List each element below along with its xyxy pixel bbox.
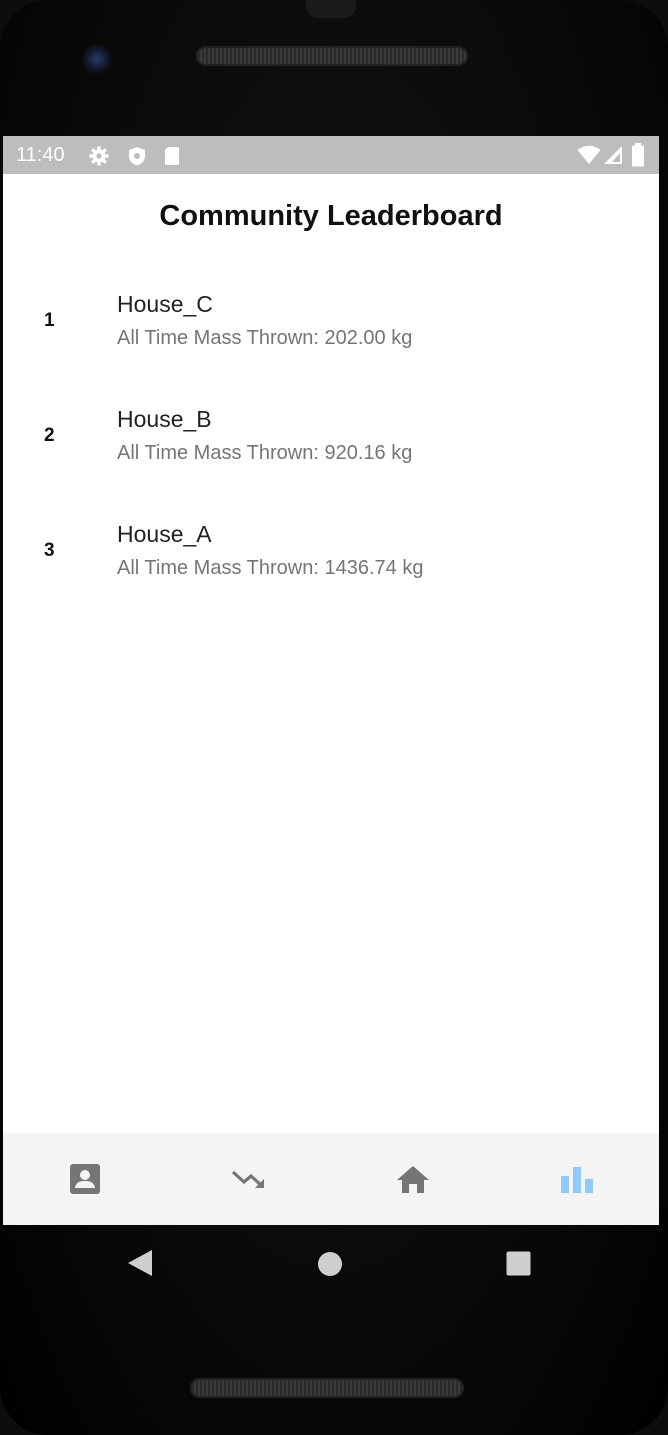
sd-card-icon	[165, 147, 179, 165]
bottom-navigation	[3, 1133, 659, 1225]
home-icon	[397, 1166, 429, 1193]
nav-tab-leaderboard[interactable]	[495, 1133, 659, 1225]
rank-number: 3	[44, 540, 55, 561]
phone-device: 11:40 Community Leaderboard 1 House_C Al…	[0, 0, 668, 1435]
page-title: Community Leaderboard	[159, 200, 503, 232]
status-bar: 11:40	[3, 136, 659, 174]
device-notch	[306, 0, 356, 18]
leaderboard-icon	[561, 1167, 593, 1193]
mass-thrown-detail: All Time Mass Thrown: 1436.74 kg	[117, 557, 424, 579]
shield-icon	[129, 147, 145, 166]
account-box-icon	[70, 1164, 100, 1194]
leaderboard-list: 1 House_C All Time Mass Thrown: 202.00 k…	[3, 286, 659, 631]
nav-tab-home[interactable]	[331, 1133, 495, 1225]
list-item[interactable]: 1 House_C All Time Mass Thrown: 202.00 k…	[3, 286, 659, 401]
mass-thrown-detail: All Time Mass Thrown: 202.00 kg	[117, 327, 413, 349]
rank-number: 1	[44, 310, 55, 331]
rank-number: 2	[44, 425, 55, 446]
back-icon[interactable]	[127, 1249, 153, 1277]
signal-icon	[604, 146, 622, 164]
bottom-speaker	[190, 1378, 464, 1398]
house-name: House_B	[117, 406, 212, 432]
house-name: House_C	[117, 291, 213, 317]
nav-tab-profile[interactable]	[3, 1133, 167, 1225]
app-screen: 11:40 Community Leaderboard 1 House_C Al…	[3, 136, 659, 1225]
front-camera	[82, 44, 112, 74]
trending-down-icon	[231, 1170, 264, 1188]
list-item[interactable]: 2 House_B All Time Mass Thrown: 920.16 k…	[3, 401, 659, 516]
recents-icon[interactable]	[506, 1251, 531, 1276]
gear-icon	[89, 146, 109, 166]
home-circle-icon[interactable]	[317, 1251, 343, 1277]
wifi-icon	[577, 145, 601, 164]
earpiece-speaker	[196, 46, 468, 66]
system-navigation-bar	[0, 1225, 668, 1300]
nav-tab-trends[interactable]	[167, 1133, 331, 1225]
battery-icon	[632, 143, 644, 167]
mass-thrown-detail: All Time Mass Thrown: 920.16 kg	[117, 442, 413, 464]
status-time: 11:40	[16, 144, 65, 166]
list-item[interactable]: 3 House_A All Time Mass Thrown: 1436.74 …	[3, 516, 659, 631]
house-name: House_A	[117, 521, 212, 547]
